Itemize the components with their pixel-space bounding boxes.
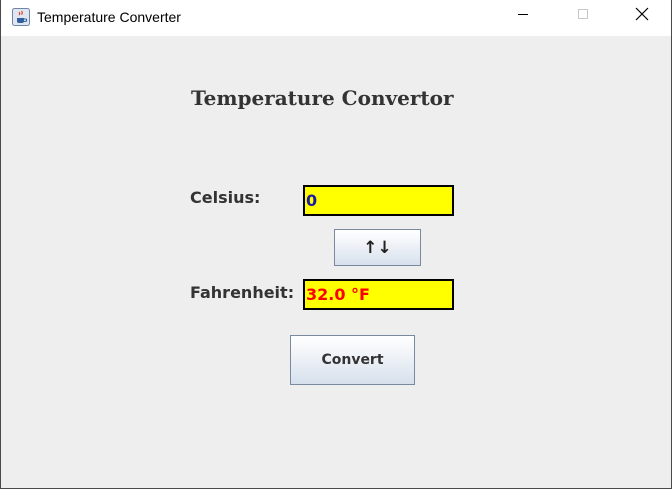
fahrenheit-label: Fahrenheit: xyxy=(190,283,295,302)
maximize-button[interactable] xyxy=(560,0,606,32)
java-coffee-cup-icon xyxy=(12,8,30,26)
app-window: Temperature Converter Temperature Conver… xyxy=(0,0,672,489)
minimize-button[interactable] xyxy=(500,0,546,32)
swap-button[interactable]: ↑↓ xyxy=(334,229,421,266)
page-title: Temperature Convertor xyxy=(191,86,454,110)
title-bar[interactable]: Temperature Converter xyxy=(1,0,671,36)
window-title: Temperature Converter xyxy=(37,9,181,25)
celsius-input[interactable] xyxy=(303,185,454,216)
celsius-label: Celsius: xyxy=(190,188,261,207)
close-button[interactable] xyxy=(619,0,665,32)
fahrenheit-field[interactable] xyxy=(303,279,454,310)
maximize-icon xyxy=(577,7,589,25)
close-icon xyxy=(635,7,649,26)
convert-button[interactable]: Convert xyxy=(290,335,415,385)
minimize-icon xyxy=(517,7,529,25)
